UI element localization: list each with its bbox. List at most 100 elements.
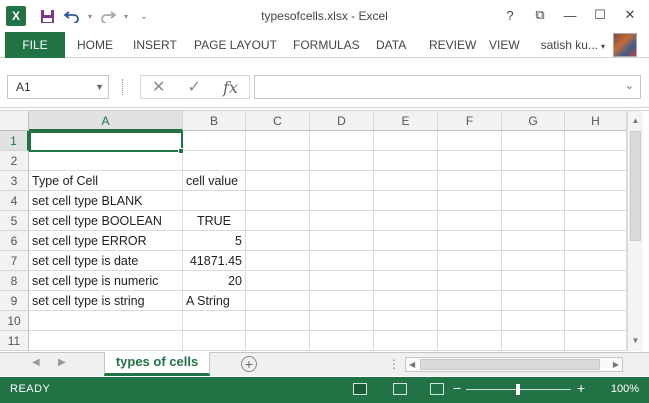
grid-cell[interactable]: [310, 271, 374, 291]
grid-cell[interactable]: [246, 291, 310, 311]
grid-cell[interactable]: [183, 191, 246, 211]
grid-cell[interactable]: [374, 191, 438, 211]
help-icon[interactable]: ?: [495, 4, 525, 26]
grid-cell[interactable]: [246, 171, 310, 191]
cell-a8[interactable]: set cell type is numeric: [29, 271, 183, 291]
cell-b8[interactable]: 20: [183, 271, 246, 291]
grid-cell[interactable]: [246, 271, 310, 291]
row-header-7[interactable]: 7: [0, 251, 29, 271]
grid-cell[interactable]: [246, 131, 310, 151]
cell-a3[interactable]: Type of Cell: [29, 171, 183, 191]
row-header-4[interactable]: 4: [0, 191, 29, 211]
grid-cell[interactable]: [374, 251, 438, 271]
cell-b6[interactable]: 5: [183, 231, 246, 251]
grid-cell[interactable]: [565, 251, 627, 271]
grid-cell[interactable]: [438, 151, 502, 171]
grid-cell[interactable]: [310, 151, 374, 171]
column-header-c[interactable]: C: [246, 111, 310, 131]
grid-cell[interactable]: [374, 171, 438, 191]
cell-b5[interactable]: TRUE: [183, 211, 246, 231]
grid-cell[interactable]: [565, 271, 627, 291]
page-break-view-icon[interactable]: [430, 383, 444, 395]
row-header-10[interactable]: 10: [0, 311, 29, 331]
column-header-h[interactable]: H: [565, 111, 627, 131]
row-header-3[interactable]: 3: [0, 171, 29, 191]
enter-icon[interactable]: ✓: [188, 77, 201, 97]
grid-cell[interactable]: [374, 131, 438, 151]
grid-cell[interactable]: [565, 231, 627, 251]
grid-cell[interactable]: [374, 271, 438, 291]
fill-handle[interactable]: [178, 148, 184, 154]
row-header-1[interactable]: 1: [0, 131, 29, 151]
cell-a9[interactable]: set cell type is string: [29, 291, 183, 311]
normal-view-icon[interactable]: [353, 383, 367, 395]
grid-cell[interactable]: [502, 271, 565, 291]
tab-data[interactable]: DATA: [376, 32, 406, 58]
grid-cell[interactable]: [438, 251, 502, 271]
minimize-icon[interactable]: —: [555, 4, 585, 26]
column-header-f[interactable]: F: [438, 111, 502, 131]
column-header-d[interactable]: D: [310, 111, 374, 131]
scroll-up-icon[interactable]: ▲: [628, 113, 643, 129]
cancel-icon[interactable]: ✕: [152, 77, 165, 97]
grid-cell[interactable]: [310, 191, 374, 211]
insert-function-icon[interactable]: fx: [223, 78, 238, 97]
tab-view[interactable]: VIEW: [489, 32, 520, 58]
grid-cell[interactable]: [246, 311, 310, 331]
grid-cell[interactable]: [565, 171, 627, 191]
grid-cell[interactable]: [502, 171, 565, 191]
grid-cell[interactable]: [502, 231, 565, 251]
grid-cell[interactable]: [310, 231, 374, 251]
grid-cell[interactable]: [310, 131, 374, 151]
column-header-a[interactable]: A: [29, 111, 183, 131]
grid-cell[interactable]: [246, 211, 310, 231]
cell-b7[interactable]: 41871.45: [183, 251, 246, 271]
grid-cell[interactable]: [502, 251, 565, 271]
tab-file[interactable]: FILE: [5, 32, 65, 58]
grid-cell[interactable]: [565, 291, 627, 311]
grid-cell[interactable]: [502, 151, 565, 171]
grid-cell[interactable]: [246, 151, 310, 171]
grid-cell[interactable]: [565, 191, 627, 211]
grid-cell[interactable]: [183, 331, 246, 351]
grid-cell[interactable]: [374, 211, 438, 231]
column-header-g[interactable]: G: [502, 111, 565, 131]
page-layout-view-icon[interactable]: [393, 383, 407, 395]
cell-b3[interactable]: cell value: [183, 171, 246, 191]
chevron-down-icon[interactable]: ▼: [95, 76, 104, 98]
scroll-left-icon[interactable]: ◀: [409, 358, 415, 371]
grid-cell[interactable]: [310, 211, 374, 231]
zoom-in-icon[interactable]: +: [577, 380, 585, 396]
grid-cell[interactable]: [438, 271, 502, 291]
grid-cell[interactable]: [565, 211, 627, 231]
add-sheet-icon[interactable]: +: [241, 356, 257, 372]
grid-cell[interactable]: [310, 291, 374, 311]
sheet-next-icon[interactable]: ▶: [58, 357, 66, 368]
row-header-9[interactable]: 9: [0, 291, 29, 311]
cell-a6[interactable]: set cell type ERROR: [29, 231, 183, 251]
grid-cell[interactable]: [438, 231, 502, 251]
avatar[interactable]: [613, 33, 637, 57]
row-header-6[interactable]: 6: [0, 231, 29, 251]
scroll-thumb[interactable]: [630, 131, 641, 241]
grid-cell[interactable]: [183, 131, 246, 151]
grid-cell[interactable]: [438, 331, 502, 351]
column-header-e[interactable]: E: [374, 111, 438, 131]
column-header-b[interactable]: B: [183, 111, 246, 131]
grid-cell[interactable]: [438, 171, 502, 191]
tab-formulas[interactable]: FORMULAS: [293, 32, 360, 58]
horizontal-scrollbar[interactable]: ◀ ▶: [405, 357, 623, 372]
grid-cell[interactable]: [246, 191, 310, 211]
row-header-2[interactable]: 2: [0, 151, 29, 171]
grid-cell[interactable]: [374, 331, 438, 351]
grid-cell[interactable]: [438, 211, 502, 231]
vertical-scrollbar[interactable]: ▲ ▼: [627, 111, 643, 351]
expand-formula-bar-icon[interactable]: ⌄: [625, 79, 634, 92]
grid-cell[interactable]: [310, 331, 374, 351]
grid-cell[interactable]: [246, 331, 310, 351]
grid-cell[interactable]: [246, 231, 310, 251]
grid-cell[interactable]: [565, 331, 627, 351]
grid-cell[interactable]: [246, 251, 310, 271]
grid-cell[interactable]: [310, 171, 374, 191]
zoom-level[interactable]: 100%: [611, 383, 639, 395]
